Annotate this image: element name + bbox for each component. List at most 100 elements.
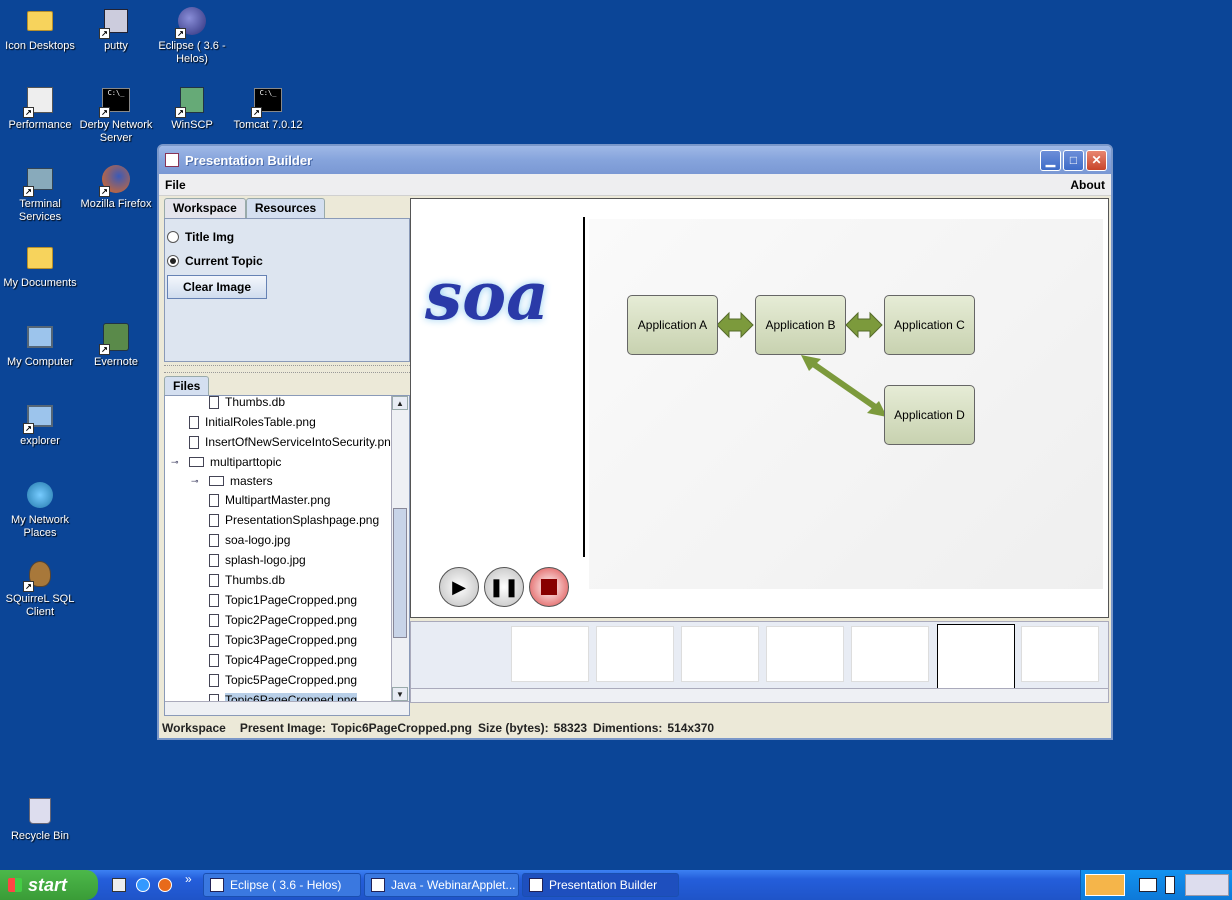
taskbar-button-java[interactable]: Java - WebinarApplet... [364,873,519,897]
console-icon: C:\_ ↗ [251,84,285,118]
split-pane-divider[interactable] [164,365,410,373]
status-present-value: Topic6PageCropped.png [330,721,472,735]
desktop-icon-firefox[interactable]: ↗ Mozilla Firefox [77,163,155,211]
radio-title-img[interactable]: Title Img [167,225,407,249]
pause-button[interactable]: ❚❚ [484,567,524,607]
scroll-down-icon[interactable]: ▼ [392,687,408,701]
computer-icon: ↗ [23,400,57,434]
task-label: Eclipse ( 3.6 - Helos) [230,878,342,892]
desktop-icon-label: My Network Places [10,514,70,539]
tree-item[interactable]: Topic1PageCropped.png [165,590,391,610]
tray-monitor-icon[interactable] [1139,878,1157,892]
tree-item-label: multiparttopic [210,455,282,469]
tree-folder[interactable]: ⊸ masters [165,472,391,490]
status-dims-value: 514x370 [667,721,715,735]
scroll-thumb[interactable] [393,508,407,638]
expand-handle-icon[interactable]: ⊸ [171,457,179,468]
tree-item[interactable]: InsertOfNewServiceIntoSecurity.pn [165,432,391,452]
desktop-icon-derby[interactable]: C:\_ ↗ Derby Network Server [77,84,155,145]
quicklaunch-app-icon[interactable] [112,878,126,892]
minimize-button[interactable]: ▁ [1040,149,1061,171]
taskbar-button-presentation-builder[interactable]: Presentation Builder [522,873,679,897]
desktop-icon-icon-desktops[interactable]: Icon Desktops [1,5,79,53]
tree-item[interactable]: Topic3PageCropped.png [165,630,391,650]
window-titlebar[interactable]: Presentation Builder ▁ □ ✕ [159,146,1111,174]
quicklaunch-overflow-icon[interactable]: » [185,872,192,886]
thumbnail-strip [410,621,1109,703]
desktop-icon-terminal-services[interactable]: ↗ Terminal Services [1,163,79,224]
tree-item[interactable]: Topic5PageCropped.png [165,670,391,690]
slide-thumbnail[interactable] [766,626,844,682]
desktop-icon-eclipse[interactable]: ↗ Eclipse ( 3.6 - Helos) [153,5,231,66]
scroll-up-icon[interactable]: ▲ [392,396,408,410]
slide-thumbnail[interactable] [511,626,589,682]
desktop-icon-evernote[interactable]: ↗ Evernote [77,321,155,369]
putty-icon: ↗ [99,5,133,39]
slide-thumbnail[interactable] [851,626,929,682]
clear-image-button[interactable]: Clear Image [167,275,268,299]
tree-item[interactable]: PresentationSplashpage.png [165,510,391,530]
slide-thumbnail[interactable] [681,626,759,682]
tree-item[interactable]: splash-logo.jpg [165,550,391,570]
desktop-icon-performance[interactable]: ↗ Performance [1,84,79,132]
tree-folder[interactable]: ⊸ multiparttopic [165,452,391,472]
slide-thumbnail[interactable] [1021,626,1099,682]
file-icon [209,573,219,587]
play-button[interactable]: ▶ [439,567,479,607]
tree-item[interactable]: Topic2PageCropped.png [165,610,391,630]
evernote-icon: ↗ [99,321,133,355]
tree-item[interactable]: Topic4PageCropped.png [165,650,391,670]
horizontal-scrollbar[interactable] [165,701,409,715]
desktop-icon-explorer[interactable]: ↗ explorer [1,400,79,448]
tray-keyboard-icon[interactable] [1085,874,1125,896]
file-icon [209,513,219,527]
desktop-icon-label: WinSCP [171,119,213,131]
start-button[interactable]: start [0,870,98,900]
radio-current-topic[interactable]: Current Topic [167,249,407,273]
desktop-icon-label: Tomcat 7.0.12 [233,119,303,131]
tree-item-label: InitialRolesTable.png [205,415,316,429]
desktop-icon-my-network-places[interactable]: My Network Places [1,479,79,540]
tab-resources[interactable]: Resources [245,198,326,218]
desktop-icon-winscp[interactable]: ↗ WinSCP [153,84,231,132]
status-dims-label: Dimentions: [593,721,663,735]
desktop-icon-my-documents[interactable]: My Documents [1,242,79,290]
internet-explorer-icon[interactable] [136,878,150,892]
tree-item[interactable]: Thumbs.db [165,396,391,412]
tray-device-icon[interactable] [1165,876,1175,894]
tree-item[interactable]: soa-logo.jpg [165,530,391,550]
desktop-icon-my-computer[interactable]: My Computer [1,321,79,369]
tree-item-label: PresentationSplashpage.png [225,513,380,527]
maximize-button[interactable]: □ [1063,149,1084,171]
desktop-icon-putty[interactable]: ↗ putty [77,5,155,53]
expand-handle-icon[interactable]: ⊸ [191,476,199,487]
desktop-icon-squirrel[interactable]: ↗ SQuirreL SQL Client [1,558,79,619]
tree-item[interactable]: Thumbs.db [165,570,391,590]
stop-button[interactable] [529,567,569,607]
tab-workspace[interactable]: Workspace [164,198,246,218]
menu-file[interactable]: File [165,178,186,192]
tree-item-label: Topic2PageCropped.png [225,613,358,627]
slide-thumbnail[interactable] [596,626,674,682]
desktop-icon-tomcat[interactable]: C:\_ ↗ Tomcat 7.0.12 [229,84,307,132]
file-icon [209,653,219,667]
slide-box-application-b: Application B [755,295,846,355]
tray-clock-area[interactable] [1185,874,1229,896]
menu-about[interactable]: About [1070,178,1105,192]
vertical-scrollbar[interactable]: ▲ ▼ [391,396,409,701]
tree-item[interactable]: InitialRolesTable.png [165,412,391,432]
tree-item-label: masters [230,474,273,488]
eclipse-icon: ↗ [175,5,209,39]
tab-files[interactable]: Files [164,376,210,396]
task-label: Presentation Builder [549,878,658,892]
radio-label: Current Topic [185,254,263,268]
quicklaunch-firefox-icon[interactable] [158,878,172,892]
desktop-icon-recycle-bin[interactable]: Recycle Bin [1,795,79,843]
desktop-icon-label: Derby Network Server [79,119,153,144]
thumbnail-scrollbar[interactable] [411,688,1108,702]
close-button[interactable]: ✕ [1086,149,1107,171]
radio-circle [167,255,179,267]
tree-item[interactable]: MultipartMaster.png [165,490,391,510]
tree-item-selected[interactable]: Topic6PageCropped.png [165,690,391,701]
taskbar-button-eclipse[interactable]: Eclipse ( 3.6 - Helos) [203,873,361,897]
